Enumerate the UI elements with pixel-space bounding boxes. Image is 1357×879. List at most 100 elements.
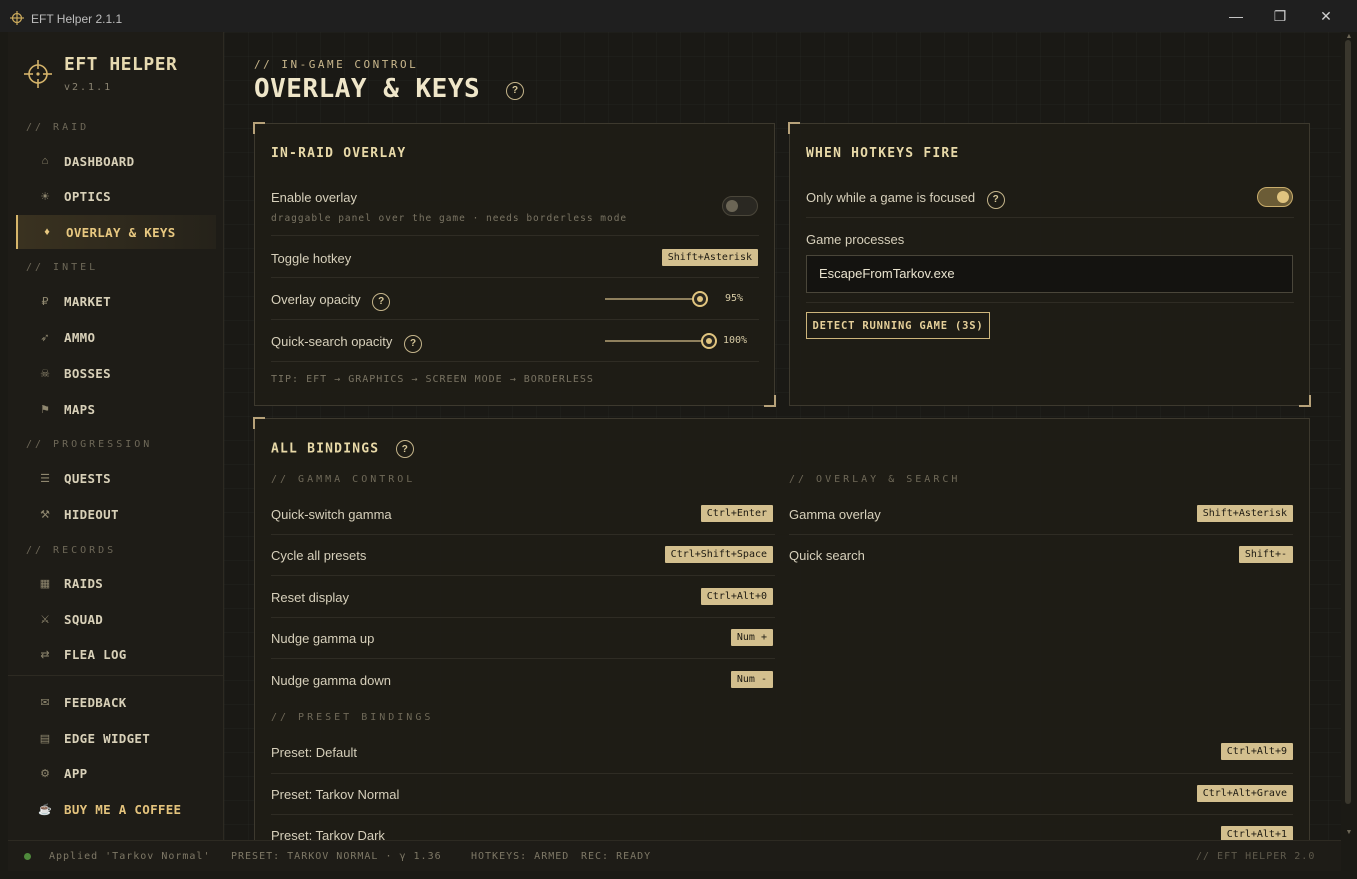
help-icon[interactable]: ? [986, 190, 1005, 209]
quick-search-opacity-text: Quick-search opacity [271, 334, 393, 349]
scroll-down-icon[interactable]: ▼ [1344, 829, 1354, 836]
minimize-icon: — [1229, 8, 1243, 24]
quick-search-opacity-slider[interactable] [605, 333, 717, 349]
row-divider [271, 617, 775, 618]
sidebar-item-app[interactable]: ⚙ APP [16, 756, 216, 790]
sidebar-item-feedback[interactable]: ✉ FEEDBACK [16, 685, 216, 719]
status-applied: Applied 'Tarkov Normal' [49, 851, 211, 862]
sidebar-item-optics[interactable]: ☀ OPTICS [16, 179, 216, 213]
binding-keycap[interactable]: Ctrl+Alt+Grave [1196, 785, 1293, 802]
sidebar-item-label: EDGE WIDGET [64, 730, 151, 746]
row-divider [271, 277, 759, 278]
binding-keycap[interactable]: Ctrl+Alt+0 [700, 588, 773, 605]
game-processes-input[interactable]: EscapeFromTarkov.exe [806, 255, 1293, 293]
binding-keycap[interactable]: Num - [730, 671, 773, 688]
flag-icon: ⚑ [40, 403, 50, 416]
binding-keycap[interactable]: Ctrl+Alt+1 [1220, 826, 1293, 840]
binding-keycap[interactable]: Shift+Asterisk [1196, 505, 1293, 522]
sidebar-divider [8, 675, 224, 676]
sidebar-item-raids[interactable]: ▦ RAIDS [16, 566, 216, 600]
crosshair-logo-icon [24, 60, 52, 88]
sidebar-item-label: MARKET [64, 293, 111, 309]
card-corner-accent [1299, 395, 1311, 407]
sidebar-item-bosses[interactable]: ☠ BOSSES [16, 356, 216, 390]
binding-keycap[interactable]: Ctrl+Enter [700, 505, 773, 522]
sidebar-item-ammo[interactable]: ➶ AMMO [16, 320, 216, 354]
swap-icon: ⇄ [40, 648, 50, 661]
card-corner-accent [764, 395, 776, 407]
help-icon[interactable]: ? [396, 440, 415, 458]
sidebar-item-dashboard[interactable]: ⌂ DASHBOARD [16, 144, 216, 178]
binding-keycap[interactable]: Ctrl+Alt+9 [1220, 743, 1293, 760]
sidebar-item-label: OPTICS [64, 188, 111, 204]
minimize-button[interactable]: — [1213, 0, 1259, 32]
binding-keycap[interactable]: Ctrl+Shift+Space [664, 546, 773, 563]
swords-icon: ⚔ [40, 613, 50, 626]
slider-thumb[interactable] [692, 291, 708, 307]
row-divider [271, 319, 759, 320]
scrollbar-thumb[interactable] [1345, 40, 1351, 804]
section-progression: // PROGRESSION [26, 439, 153, 450]
binding-label: Preset: Tarkov Dark [271, 828, 385, 840]
enable-overlay-toggle[interactable] [722, 196, 758, 216]
overlay-opacity-label: Overlay opacity ? [271, 292, 391, 311]
row-divider [806, 302, 1294, 303]
sidebar-item-quests[interactable]: ☰ QUESTS [16, 461, 216, 495]
sidebar-item-buy-me-a-coffee[interactable]: ☕ BUY ME A COFFEE [16, 792, 216, 826]
maximize-button[interactable]: ❐ [1257, 0, 1303, 32]
help-icon[interactable]: ? [506, 81, 525, 100]
when-hotkeys-fire-card: WHEN HOTKEYS FIRE Only while a game is f… [788, 122, 1311, 407]
sidebar-item-squad[interactable]: ⚔ SQUAD [16, 602, 216, 636]
slider-thumb[interactable] [701, 333, 717, 349]
section-raid: // RAID [26, 122, 90, 133]
toggle-hotkey-label: Toggle hotkey [271, 251, 352, 266]
all-bindings-title: ALL BINDINGS [271, 441, 380, 457]
sidebar: EFT HELPER v2.1.1 // RAID ⌂ DASHBOARD ☀ … [8, 32, 224, 840]
gear-icon: ⚙ [40, 767, 50, 780]
brand-version: v2.1.1 [64, 82, 113, 93]
binding-keycap[interactable]: Shift+- [1238, 546, 1293, 563]
sidebar-item-flea-log[interactable]: ⇄ FLEA LOG [16, 637, 216, 671]
toggle-hotkey-keycap[interactable]: Shift+Asterisk [661, 249, 758, 266]
overlay-opacity-text: Overlay opacity [271, 292, 361, 307]
main-scrollbar[interactable]: ▲ ▼ [1341, 32, 1357, 840]
focused-only-text: Only while a game is focused [806, 190, 976, 205]
bullet-icon: ➶ [40, 331, 50, 344]
focused-only-toggle[interactable] [1257, 187, 1293, 207]
widget-icon: ▤ [39, 732, 51, 745]
binding-keycap[interactable]: Num + [730, 629, 773, 646]
card-corner-accent [253, 417, 265, 429]
binding-label: Nudge gamma down [271, 673, 391, 688]
sidebar-item-market[interactable]: ₽ MARKET [16, 284, 216, 318]
sidebar-item-label: HIDEOUT [64, 506, 119, 522]
overlay-opacity-slider[interactable] [605, 291, 708, 307]
coffee-icon: ☕ [38, 803, 52, 816]
help-icon[interactable]: ? [372, 292, 391, 311]
sidebar-item-overlay-keys[interactable]: ♦ OVERLAY & KEYS [16, 215, 216, 249]
slider-fill [605, 340, 709, 342]
section-intel: // INTEL [26, 262, 99, 273]
sidebar-item-label: OVERLAY & KEYS [66, 224, 176, 240]
help-icon[interactable]: ? [404, 334, 423, 353]
sidebar-item-label: MAPS [64, 401, 96, 417]
sidebar-item-label: DASHBOARD [64, 153, 135, 169]
scroll-up-icon[interactable]: ▲ [1344, 33, 1354, 40]
card-title: IN-RAID OVERLAY [271, 146, 407, 161]
row-divider [271, 534, 775, 535]
sidebar-item-maps[interactable]: ⚑ MAPS [16, 392, 216, 426]
binding-label: Preset: Default [271, 745, 357, 760]
sidebar-item-hideout[interactable]: ⚒ HIDEOUT [16, 497, 216, 531]
card-corner-accent [253, 122, 265, 134]
row-divider [806, 217, 1294, 218]
binding-label: Quick search [789, 548, 865, 563]
focused-only-label: Only while a game is focused ? [806, 190, 1005, 209]
all-bindings-card: ALL BINDINGS ? // GAMMA CONTROL Quick-sw… [253, 417, 1310, 840]
status-rec: REC: READY [581, 851, 652, 862]
skull-icon: ☠ [40, 367, 50, 380]
page-title: OVERLAY & KEYS ? [254, 74, 525, 104]
sidebar-item-edge-widget[interactable]: ▤ EDGE WIDGET [16, 721, 216, 755]
close-button[interactable]: ✕ [1303, 0, 1349, 32]
detect-running-game-button[interactable]: DETECT RUNNING GAME (3S) [806, 312, 990, 339]
sidebar-item-label: SQUAD [64, 611, 104, 627]
window-frame-bottom [0, 871, 1357, 879]
